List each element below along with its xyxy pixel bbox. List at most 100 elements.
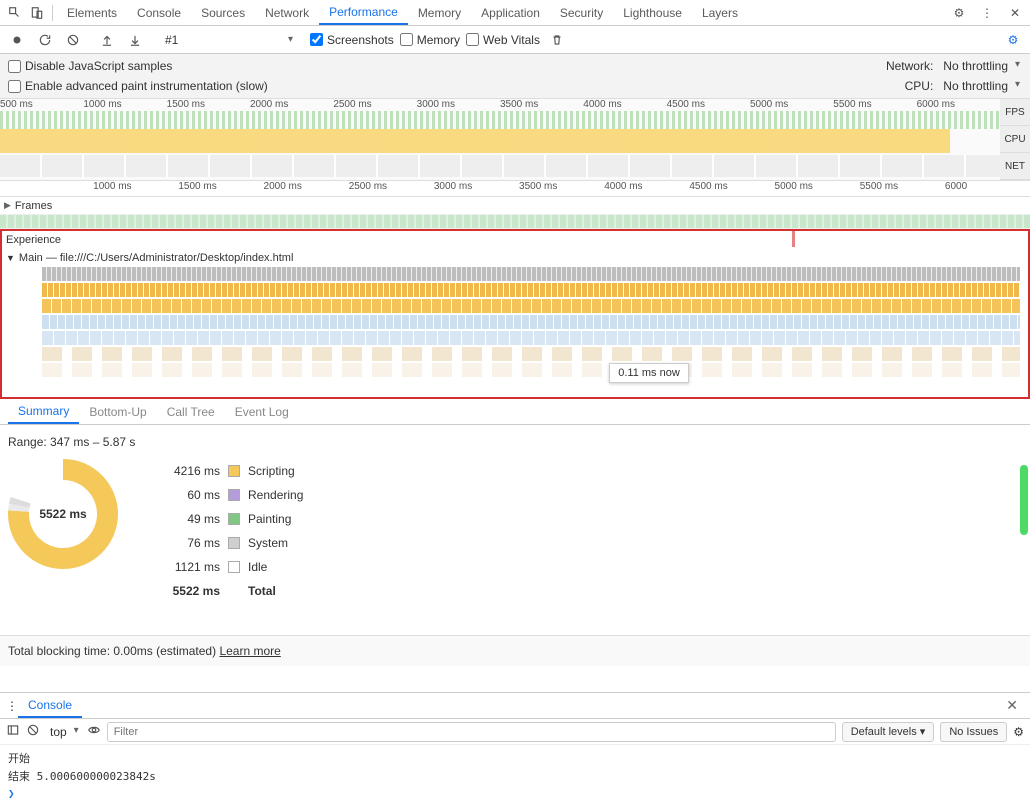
console-prompt[interactable]: ❯ (8, 785, 1022, 802)
cpu-chart (0, 129, 1000, 153)
fps-chart (0, 111, 1000, 129)
donut-center-label: 5522 ms (39, 507, 86, 521)
console-settings-icon[interactable]: ⚙ (1013, 725, 1024, 739)
scrollbar-thumb[interactable] (1020, 465, 1028, 535)
console-output: 开始 结束 5.000600000023842s ❯ (0, 745, 1030, 806)
delete-icon[interactable] (546, 29, 568, 51)
learn-more-link[interactable]: Learn more (219, 644, 280, 658)
record-icon[interactable] (6, 29, 28, 51)
inspect-icon[interactable] (4, 2, 26, 24)
reload-record-icon[interactable] (34, 29, 56, 51)
tab-console[interactable]: Console (127, 0, 191, 25)
main-section-header[interactable]: ▼Main — file:///C:/Users/Administrator/D… (2, 249, 1028, 267)
legend-row-painting: 49 msPainting (158, 507, 303, 531)
detail-tab-calltree[interactable]: Call Tree (157, 399, 225, 424)
flame-row[interactable] (42, 283, 1020, 297)
tab-memory[interactable]: Memory (408, 0, 471, 25)
frames-label: Frames (15, 200, 52, 212)
blocking-time-bar: Total blocking time: 0.00ms (estimated) … (0, 635, 1030, 666)
more-icon[interactable]: ⋮ (976, 2, 998, 24)
tab-security[interactable]: Security (550, 0, 613, 25)
drawer-menu-icon[interactable]: ⋮ (6, 699, 18, 713)
tab-layers[interactable]: Layers (692, 0, 748, 25)
chevron-right-icon: ▶ (4, 200, 11, 211)
capture-settings-icon[interactable]: ⚙ (1002, 29, 1024, 51)
webvitals-label: Web Vitals (483, 33, 540, 47)
tab-lighthouse[interactable]: Lighthouse (613, 0, 692, 25)
screenshots-checkbox[interactable]: Screenshots (310, 33, 394, 47)
tab-performance[interactable]: Performance (319, 0, 408, 25)
flame-row[interactable] (42, 315, 1020, 329)
memory-checkbox[interactable]: Memory (400, 33, 460, 47)
net-chart (0, 155, 1000, 177)
cpu-throttle-select[interactable]: No throttling (939, 78, 1022, 94)
summary-legend: 4216 msScripting 60 msRendering 49 msPai… (158, 459, 303, 603)
console-filter-input[interactable] (107, 722, 836, 742)
console-toolbar: top Default levels ▾ No Issues ⚙ (0, 719, 1030, 745)
close-drawer-icon[interactable]: ✕ (1000, 697, 1024, 714)
tab-elements[interactable]: Elements (57, 0, 127, 25)
legend-row-system: 76 msSystem (158, 531, 303, 555)
summary-pane: Range: 347 ms – 5.87 s 5522 ms 4216 msSc… (0, 425, 1030, 635)
enable-paint-instr-checkbox[interactable]: Enable advanced paint instrumentation (s… (8, 79, 268, 93)
issues-button[interactable]: No Issues (940, 722, 1007, 742)
frames-section-header[interactable]: ▶ Frames (0, 197, 1030, 215)
highlighted-region: Experience ▼Main — file:///C:/Users/Admi… (0, 229, 1030, 399)
paint-instr-label: Enable advanced paint instrumentation (s… (25, 79, 268, 93)
console-line: 开始 (8, 749, 1022, 767)
disable-js-label: Disable JavaScript samples (25, 59, 172, 73)
flame-row[interactable] (42, 299, 1020, 313)
tab-sources[interactable]: Sources (191, 0, 255, 25)
legend-row-scripting: 4216 msScripting (158, 459, 303, 483)
clear-console-icon[interactable] (26, 723, 40, 740)
frames-track[interactable] (0, 215, 1030, 229)
main-label: Main — file:///C:/Users/Administrator/De… (19, 252, 293, 264)
blocking-text: Total blocking time: 0.00ms (estimated) (8, 644, 216, 658)
close-devtools-icon[interactable]: ✕ (1004, 2, 1026, 24)
legend-row-idle: 1121 msIdle (158, 555, 303, 579)
flame-row[interactable] (42, 363, 1020, 377)
console-drawer: ⋮ Console ✕ top Default levels ▾ No Issu… (0, 692, 1030, 806)
disable-js-samples-checkbox[interactable]: Disable JavaScript samples (8, 59, 172, 73)
summary-donut-chart: 5522 ms (8, 459, 118, 569)
detail-tabs: Summary Bottom-Up Call Tree Event Log (0, 399, 1030, 425)
main-tabs: Elements Console Sources Network Perform… (57, 0, 748, 25)
cpu-label: CPU: (905, 79, 934, 93)
flame-tooltip: 0.11 ms now (609, 363, 689, 383)
network-label: Network: (886, 59, 933, 73)
save-profile-icon[interactable] (124, 29, 146, 51)
clear-icon[interactable] (62, 29, 84, 51)
overview-labels: FPS CPU NET (1000, 99, 1030, 180)
timeline-overview[interactable]: 500 ms1000 ms1500 ms2000 ms2500 ms3000 m… (0, 99, 1030, 181)
experience-section-header[interactable]: Experience (2, 231, 1028, 249)
settings-icon[interactable]: ⚙ (948, 2, 970, 24)
context-select[interactable]: top (46, 724, 81, 740)
detail-tab-bottomup[interactable]: Bottom-Up (79, 399, 156, 424)
drawer-tabs: ⋮ Console ✕ (0, 693, 1030, 719)
network-throttle-select[interactable]: No throttling (939, 58, 1022, 74)
drawer-tab-console[interactable]: Console (18, 693, 82, 718)
flame-chart[interactable]: 0.11 ms now (42, 267, 1020, 395)
perf-toolbar: #1 Screenshots Memory Web Vitals ⚙ (0, 26, 1030, 54)
tab-network[interactable]: Network (255, 0, 319, 25)
flame-row[interactable] (42, 347, 1020, 361)
tab-application[interactable]: Application (471, 0, 550, 25)
live-expression-icon[interactable] (87, 723, 101, 740)
flame-row[interactable] (42, 331, 1020, 345)
detail-tab-eventlog[interactable]: Event Log (225, 399, 299, 424)
recording-select[interactable]: #1 (158, 30, 298, 50)
flame-row[interactable] (42, 267, 1020, 281)
legend-row-total: 5522 msTotal (158, 579, 303, 603)
log-levels-select[interactable]: Default levels ▾ (842, 722, 935, 742)
detail-tab-summary[interactable]: Summary (8, 399, 79, 424)
load-profile-icon[interactable] (96, 29, 118, 51)
capture-settings-bar: Disable JavaScript samples Network: No t… (0, 54, 1030, 99)
memory-label: Memory (417, 33, 460, 47)
console-sidebar-toggle-icon[interactable] (6, 723, 20, 740)
timeline-ruler[interactable]: 1000 ms1500 ms2000 ms2500 ms3000 ms3500 … (0, 181, 1030, 197)
divider (52, 5, 53, 21)
device-toggle-icon[interactable] (26, 2, 48, 24)
marker-icon (792, 229, 795, 247)
experience-label: Experience (6, 234, 61, 246)
webvitals-checkbox[interactable]: Web Vitals (466, 33, 540, 47)
